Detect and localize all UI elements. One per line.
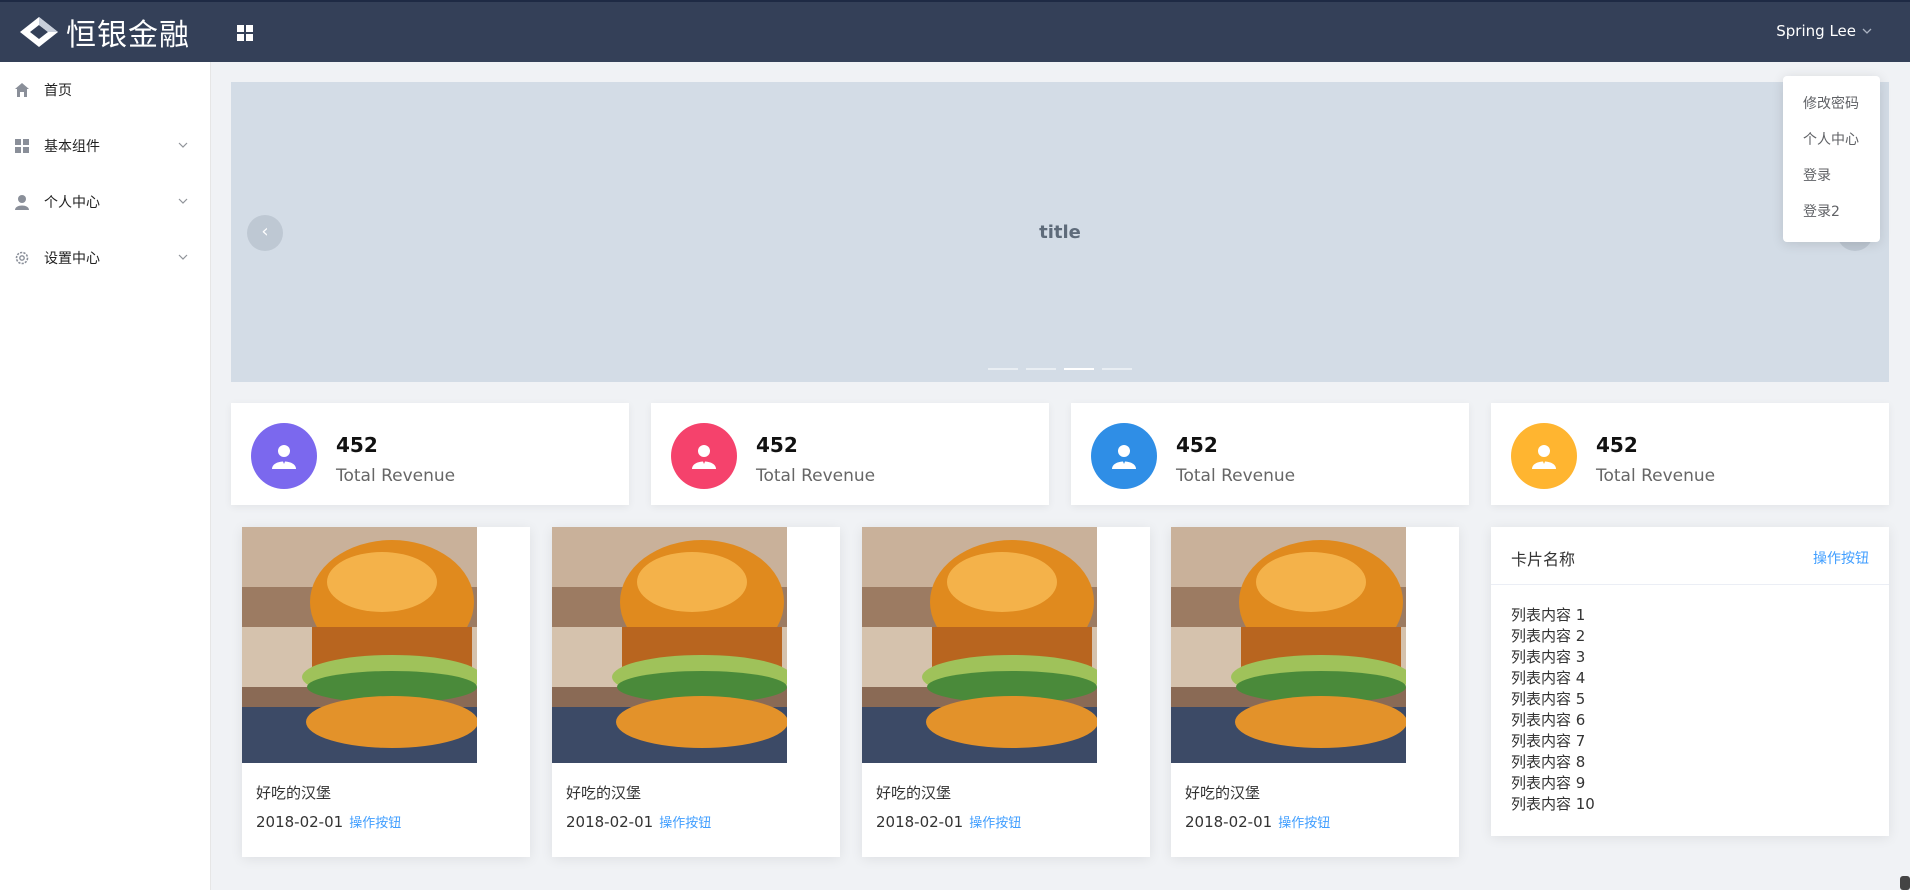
- list-item: 列表内容 5: [1511, 690, 1586, 708]
- sidebar-item-label: 基本组件: [44, 139, 100, 155]
- burger-image: [552, 527, 787, 763]
- user-icon: [272, 445, 296, 469]
- sidebar-item-home[interactable]: 首页: [0, 62, 210, 118]
- food-name: 好吃的汉堡: [1185, 784, 1261, 802]
- food-date: 2018-02-01: [876, 812, 964, 831]
- brand-logo[interactable]: 恒银金融: [18, 14, 190, 53]
- carousel-indicator[interactable]: [1026, 368, 1056, 370]
- menu-item-change-password[interactable]: 修改密码: [1783, 86, 1880, 122]
- carousel-indicator[interactable]: [1102, 368, 1132, 370]
- stat-label: Total Revenue: [1596, 466, 1716, 486]
- chevron-down-icon: [178, 142, 188, 148]
- stat-icon-circle: [1511, 423, 1577, 489]
- menu-grid-icon[interactable]: [236, 24, 254, 42]
- user-name: Spring Lee: [1776, 22, 1856, 40]
- chevron-down-icon: [1862, 28, 1872, 34]
- sidebar-item-label: 首页: [44, 83, 72, 99]
- sidebar-item-label: 个人中心: [44, 195, 100, 211]
- stat-label: Total Revenue: [336, 466, 456, 486]
- carousel-indicator[interactable]: [988, 368, 1018, 370]
- sidebar-item-components[interactable]: 基本组件: [0, 118, 210, 174]
- user-dropdown-menu: 修改密码 个人中心 登录 登录2: [1783, 76, 1880, 242]
- menu-item-login[interactable]: 登录: [1783, 158, 1880, 194]
- sidebar-item-settings[interactable]: 设置中心: [0, 230, 210, 286]
- stat-card: 452 Total Revenue: [651, 403, 1049, 505]
- food-date: 2018-02-01: [1185, 812, 1273, 831]
- home-icon: [15, 83, 29, 97]
- list-item: 列表内容 9: [1511, 774, 1586, 792]
- food-date: 2018-02-01: [566, 812, 654, 831]
- stat-value: 452: [756, 433, 798, 457]
- stat-value: 452: [336, 433, 378, 457]
- chevron-down-icon: [178, 254, 188, 260]
- stat-value: 452: [1596, 433, 1638, 457]
- burger-image: [242, 527, 477, 763]
- sidebar: 首页 基本组件 个人中心 设置中心: [0, 62, 211, 890]
- food-name: 好吃的汉堡: [256, 784, 332, 802]
- user-icon: [15, 195, 29, 210]
- food-action-button[interactable]: 操作按钮: [349, 812, 401, 831]
- list-card-title: 卡片名称: [1511, 550, 1576, 569]
- food-meta: 2018-02-01 操作按钮: [566, 812, 711, 832]
- list-item: 列表内容 4: [1511, 669, 1586, 687]
- sidebar-item-profile[interactable]: 个人中心: [0, 174, 210, 230]
- list-item: 列表内容 10: [1511, 795, 1595, 813]
- user-icon: [1112, 445, 1136, 469]
- burger-image: [862, 527, 1097, 763]
- food-action-button[interactable]: 操作按钮: [969, 812, 1021, 831]
- user-menu-trigger[interactable]: Spring Lee: [1776, 22, 1872, 40]
- carousel-slide-title: title: [1039, 222, 1081, 243]
- list-card-action-button[interactable]: 操作按钮: [1813, 548, 1869, 568]
- food-name: 好吃的汉堡: [566, 784, 642, 802]
- list-item: 列表内容 2: [1511, 627, 1586, 645]
- grid-icon: [15, 139, 29, 153]
- gear-icon: [15, 251, 29, 265]
- list-item: 列表内容 7: [1511, 732, 1586, 750]
- carousel: ‹ title ›: [231, 82, 1889, 382]
- brand-name: 恒银金融: [66, 18, 190, 53]
- food-card: 好吃的汉堡 2018-02-01 操作按钮: [242, 527, 530, 857]
- user-icon: [692, 445, 716, 469]
- list-card: 卡片名称 操作按钮 列表内容 1 列表内容 2 列表内容 3 列表内容 4 列表…: [1491, 527, 1889, 836]
- stat-value: 452: [1176, 433, 1218, 457]
- carousel-indicators: [231, 368, 1889, 370]
- list-item: 列表内容 1: [1511, 606, 1586, 624]
- stat-label: Total Revenue: [756, 466, 876, 486]
- list-card-body: 列表内容 1 列表内容 2 列表内容 3 列表内容 4 列表内容 5 列表内容 …: [1491, 585, 1889, 815]
- carousel-indicator-active[interactable]: [1064, 368, 1094, 370]
- food-card: 好吃的汉堡 2018-02-01 操作按钮: [552, 527, 840, 857]
- stat-card: 452 Total Revenue: [1491, 403, 1889, 505]
- food-meta: 2018-02-01 操作按钮: [1185, 812, 1330, 832]
- list-card-header: 卡片名称 操作按钮: [1491, 527, 1889, 585]
- food-date: 2018-02-01: [256, 812, 344, 831]
- stat-icon-circle: [671, 423, 737, 489]
- scrollbar-thumb[interactable]: [1900, 876, 1910, 890]
- food-card: 好吃的汉堡 2018-02-01 操作按钮: [1171, 527, 1459, 857]
- chevron-down-icon: [178, 198, 188, 204]
- food-action-button[interactable]: 操作按钮: [1278, 812, 1330, 831]
- food-card: 好吃的汉堡 2018-02-01 操作按钮: [862, 527, 1150, 857]
- food-name: 好吃的汉堡: [876, 784, 952, 802]
- logo-icon: [20, 17, 58, 47]
- stat-icon-circle: [1091, 423, 1157, 489]
- list-item: 列表内容 3: [1511, 648, 1586, 666]
- food-action-button[interactable]: 操作按钮: [659, 812, 711, 831]
- stat-card: 452 Total Revenue: [1071, 403, 1469, 505]
- food-meta: 2018-02-01 操作按钮: [876, 812, 1021, 832]
- stat-icon-circle: [251, 423, 317, 489]
- user-icon: [1532, 445, 1556, 469]
- stat-label: Total Revenue: [1176, 466, 1296, 486]
- food-meta: 2018-02-01 操作按钮: [256, 812, 401, 832]
- sidebar-item-label: 设置中心: [44, 251, 100, 267]
- menu-item-profile[interactable]: 个人中心: [1783, 122, 1880, 158]
- top-bar: 恒银金融 Spring Lee: [0, 0, 1910, 62]
- list-item: 列表内容 8: [1511, 753, 1586, 771]
- menu-item-login2[interactable]: 登录2: [1783, 194, 1880, 230]
- burger-image: [1171, 527, 1406, 763]
- stat-card: 452 Total Revenue: [231, 403, 629, 505]
- list-item: 列表内容 6: [1511, 711, 1586, 729]
